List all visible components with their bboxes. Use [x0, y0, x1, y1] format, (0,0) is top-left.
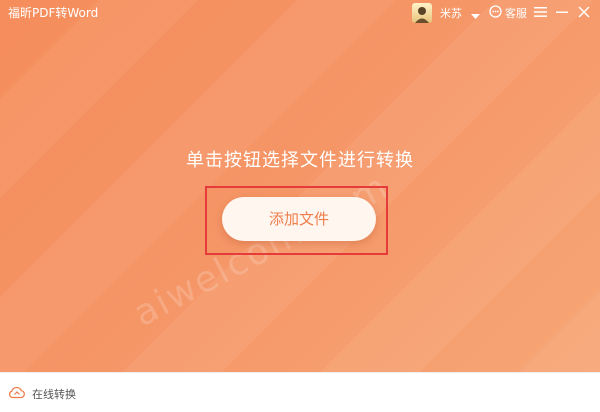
close-icon[interactable]: [578, 6, 590, 21]
app-window: 福昕PDF转Word 米苏 客服 aiwelcom.com 单击按钮选择文件进行…: [0, 0, 600, 412]
online-convert-label: 在线转换: [32, 387, 76, 401]
minimize-icon[interactable]: [556, 6, 568, 21]
cloud-icon: [8, 385, 26, 402]
highlight-box: [205, 186, 388, 255]
user-account[interactable]: 米苏: [412, 2, 462, 24]
footer-bar: 在线转换: [0, 372, 600, 412]
title-bar: 福昕PDF转Word 米苏 客服: [0, 0, 600, 26]
support-label: 客服: [505, 7, 527, 20]
instruction-text: 单击按钮选择文件进行转换: [186, 150, 414, 171]
username[interactable]: 米苏: [440, 5, 462, 21]
chat-bubble-icon: [489, 5, 502, 21]
hamburger-menu-icon[interactable]: [534, 6, 547, 21]
chevron-down-icon[interactable]: [471, 9, 480, 23]
app-title: 福昕PDF转Word: [8, 6, 99, 20]
main-area: 福昕PDF转Word 米苏 客服 aiwelcom.com 单击按钮选择文件进行…: [0, 0, 600, 372]
online-convert-link[interactable]: 在线转换: [8, 385, 76, 402]
avatar[interactable]: [412, 3, 432, 23]
support-button[interactable]: 客服: [489, 5, 527, 21]
